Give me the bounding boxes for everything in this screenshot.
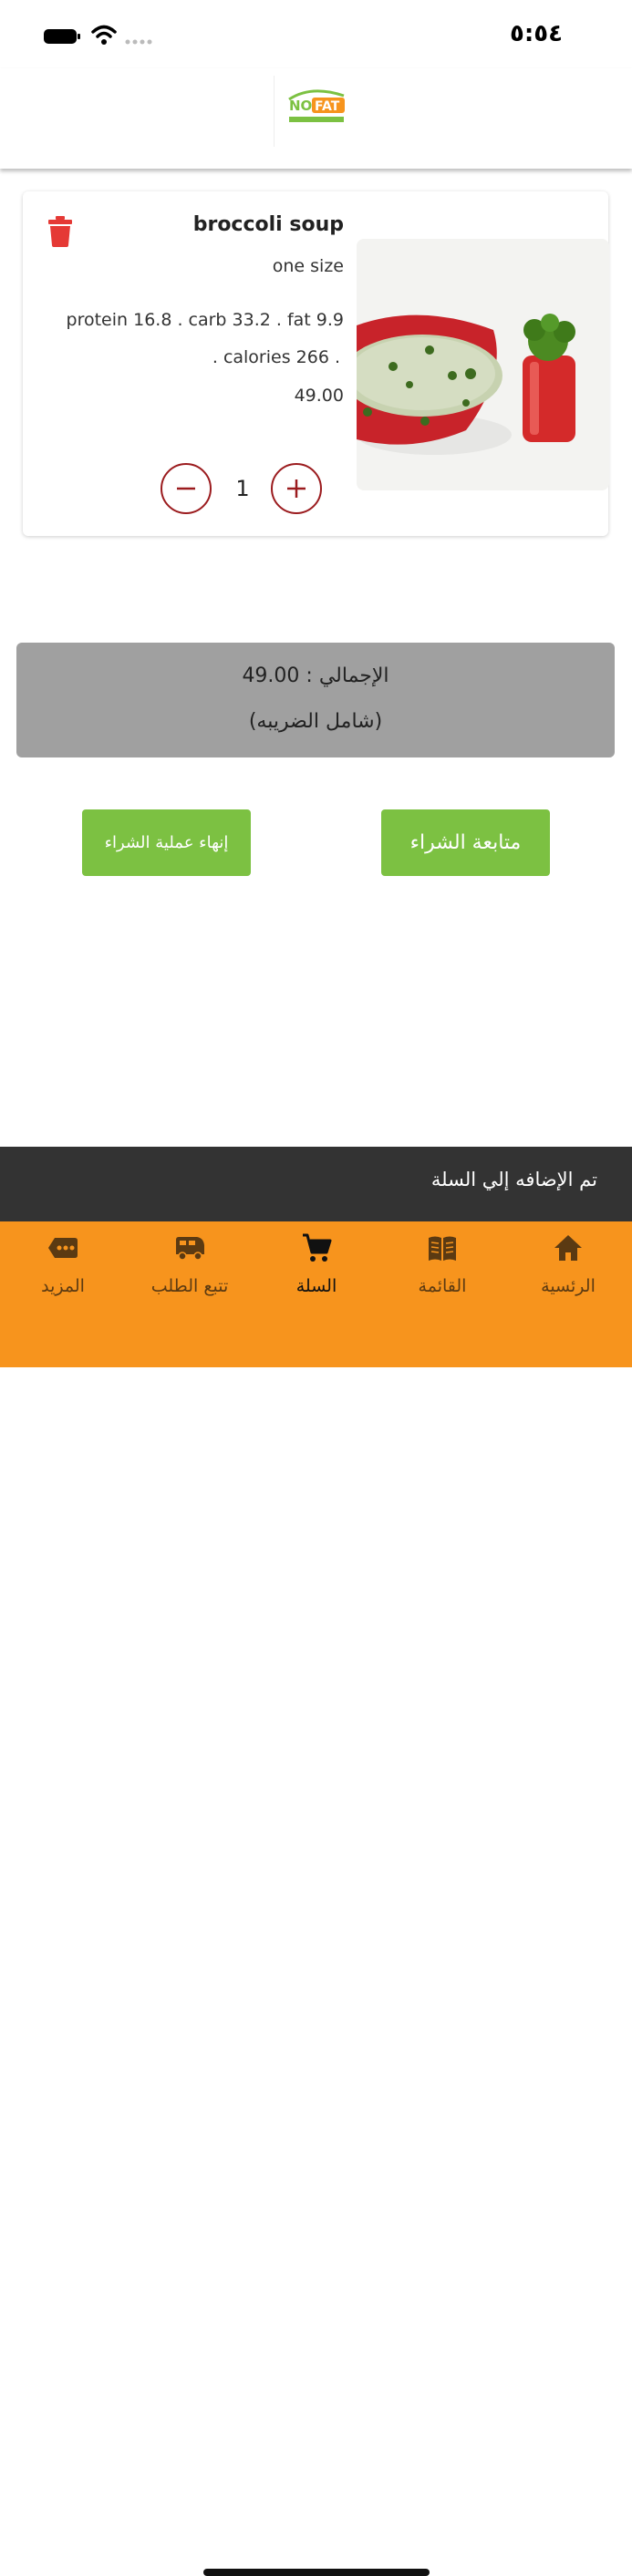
tab-home-label: الرئسية bbox=[541, 1276, 596, 1296]
plus-icon bbox=[287, 479, 306, 498]
bottom-tab-bar: الرئسية القائمة السلة تتبع الطلب المزيد bbox=[0, 1221, 632, 2576]
svg-text:NO: NO bbox=[289, 98, 312, 114]
item-nutrition: protein 16.8 . carb 33.2 . fat 9.9 bbox=[66, 310, 344, 330]
tab-menu[interactable]: القائمة bbox=[388, 1232, 497, 1305]
tax-note: (شامل الضريبه) bbox=[248, 710, 383, 733]
item-calories: . calories 266 . bbox=[212, 347, 340, 367]
tab-more-label: المزيد bbox=[41, 1276, 85, 1296]
continue-shopping-button[interactable]: متابعة الشراء bbox=[381, 809, 550, 876]
nofat-logo: NO FAT bbox=[274, 76, 357, 147]
tab-cart-label: السلة bbox=[295, 1276, 337, 1296]
item-size: one size bbox=[272, 256, 344, 276]
home-indicator[interactable] bbox=[203, 2569, 430, 2576]
svg-text:FAT: FAT bbox=[315, 99, 340, 114]
clock: ٥:٥٤ bbox=[509, 20, 563, 47]
tab-track-order[interactable]: تتبع الطلب bbox=[135, 1232, 244, 1305]
delete-item-icon[interactable] bbox=[47, 216, 73, 247]
decrease-quantity-button[interactable] bbox=[161, 463, 212, 514]
added-to-cart-toast: تم الإضافه إلي السلة bbox=[0, 1147, 632, 1221]
tab-home[interactable]: الرئسية bbox=[513, 1232, 623, 1305]
tab-cart[interactable]: السلة bbox=[262, 1232, 371, 1305]
increase-quantity-button[interactable] bbox=[271, 463, 322, 514]
battery-icon bbox=[44, 29, 80, 44]
quantity-value: 1 bbox=[235, 476, 250, 501]
delivery-truck-icon bbox=[176, 1237, 204, 1261]
order-total: الإجمالي : 49.00 bbox=[242, 665, 389, 687]
home-icon bbox=[554, 1235, 582, 1261]
item-name: broccoli soup bbox=[192, 213, 344, 236]
product-image bbox=[357, 239, 609, 490]
app-header: NO FAT bbox=[0, 68, 632, 169]
wifi-icon bbox=[91, 25, 117, 45]
cart-icon bbox=[303, 1233, 332, 1262]
tab-more[interactable]: المزيد bbox=[8, 1232, 118, 1305]
finish-checkout-button[interactable]: إنهاء عملية الشراء bbox=[82, 809, 251, 876]
more-icon bbox=[48, 1238, 78, 1258]
status-bar: ٥:٥٤ bbox=[0, 0, 632, 68]
tab-track-label: تتبع الطلب bbox=[150, 1276, 229, 1296]
book-icon bbox=[429, 1236, 456, 1261]
cart-item-card: broccoli soup one size protein 16.8 . ca… bbox=[23, 191, 609, 536]
toast-message: تم الإضافه إلي السلة bbox=[430, 1169, 597, 1190]
signal-icon bbox=[125, 39, 152, 45]
item-price: 49.00 bbox=[294, 386, 344, 406]
minus-icon bbox=[177, 487, 195, 490]
order-total-box: الإجمالي : 49.00 (شامل الضريبه) bbox=[16, 643, 615, 757]
tab-menu-label: القائمة bbox=[418, 1276, 467, 1296]
